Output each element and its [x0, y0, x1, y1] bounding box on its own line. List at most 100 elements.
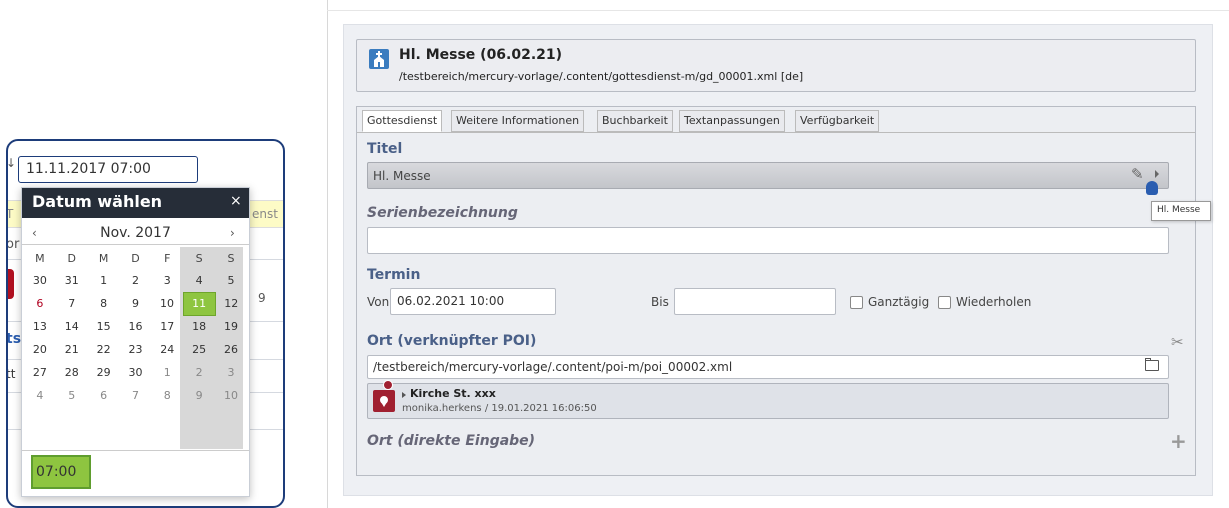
background-fragment-text: or — [6, 237, 20, 252]
calendar-day[interactable]: 30 — [120, 361, 152, 384]
close-icon[interactable]: × — [230, 193, 242, 209]
calendar-day[interactable]: 2 — [120, 269, 152, 292]
titel-field[interactable]: Hl. Messe — [367, 162, 1169, 189]
calendar-day[interactable]: 9 — [120, 292, 152, 315]
weekday-label: M — [35, 251, 45, 265]
calendar-day[interactable]: 26 — [215, 338, 247, 361]
calendar-day[interactable]: 2 — [183, 361, 215, 384]
scissors-icon[interactable]: ✂ — [1171, 333, 1184, 351]
calendar-day[interactable]: 24 — [151, 338, 183, 361]
ganztaegig-label: Ganztägig — [868, 295, 930, 309]
calendar-day[interactable]: 10 — [151, 292, 183, 315]
von-label: Von — [367, 295, 390, 309]
serienbezeichnung-input[interactable] — [367, 227, 1169, 254]
calendar-week: 30 31 1 2 3 4 5 — [24, 269, 247, 292]
calendar-day[interactable]: 21 — [56, 338, 88, 361]
wiederholen-checkbox[interactable] — [938, 296, 951, 309]
calendar-day[interactable]: 5 — [215, 269, 247, 292]
background-fragment-arrow: ↓ — [6, 156, 17, 170]
top-divider — [327, 10, 1229, 11]
poi-status-dot-icon — [383, 380, 393, 390]
calendar-day[interactable]: 3 — [215, 361, 247, 384]
ort-direkt-label: Ort (direkte Eingabe) — [367, 433, 536, 449]
calendar-day[interactable]: 20 — [24, 338, 56, 361]
calendar-grid: M D M D F S S 30 31 1 2 3 4 5 6 7 8 9 10… — [24, 247, 247, 407]
prev-month-button[interactable]: ‹ — [32, 226, 37, 240]
ganztaegig-checkbox[interactable] — [850, 296, 863, 309]
calendar-day[interactable]: 27 — [24, 361, 56, 384]
folder-icon[interactable] — [1145, 360, 1159, 371]
bis-label: Bis — [651, 295, 669, 309]
calendar-day[interactable]: 13 — [24, 315, 56, 338]
calendar-day[interactable]: 22 — [88, 338, 120, 361]
pencil-icon[interactable]: ✎ — [1131, 165, 1144, 183]
calendar-day[interactable]: 4 — [183, 269, 215, 292]
calendar-day[interactable]: 8 — [88, 292, 120, 315]
calendar-day[interactable]: 6 — [88, 384, 120, 407]
calendar-day[interactable]: 23 — [120, 338, 152, 361]
church-icon — [369, 49, 389, 69]
map-pin-icon — [8, 269, 14, 299]
calendar-day[interactable]: 7 — [120, 384, 152, 407]
calendar-day-selected[interactable]: 11 — [182, 291, 216, 316]
calendar-day[interactable]: 15 — [88, 315, 120, 338]
background-fragment-text: 9 — [258, 291, 266, 305]
calendar-day[interactable]: 17 — [151, 315, 183, 338]
tab-verfuegbarkeit[interactable]: Verfügbarkeit — [795, 110, 880, 132]
calendar-day[interactable]: 25 — [183, 338, 215, 361]
tab-textanpassungen[interactable]: Textanpassungen — [679, 110, 785, 132]
tab-weitere-informationen[interactable]: Weitere Informationen — [451, 110, 585, 132]
next-month-button[interactable]: › — [230, 226, 235, 240]
poi-marker-icon — [373, 390, 395, 412]
calendar-day[interactable]: 31 — [56, 269, 88, 292]
calendar-day[interactable]: 30 — [24, 269, 56, 292]
hand-cursor-icon — [1146, 181, 1158, 195]
calendar-day[interactable]: 1 — [151, 361, 183, 384]
panel-divider — [327, 0, 328, 508]
calendar-day[interactable]: 19 — [215, 315, 247, 338]
poi-name: Kirche St. xxx — [410, 387, 496, 400]
calendar-day[interactable]: 8 — [151, 384, 183, 407]
calendar-week: 13 14 15 16 17 18 19 — [24, 315, 247, 338]
tab-buchbarkeit[interactable]: Buchbarkeit — [597, 110, 673, 132]
tab-gottesdienst[interactable]: Gottesdienst — [362, 110, 443, 132]
calendar-day[interactable]: 1 — [88, 269, 120, 292]
calendar-day[interactable]: 10 — [215, 384, 247, 407]
calendar-day[interactable]: 7 — [56, 292, 88, 315]
month-navigation: ‹ Nov. 2017 › — [22, 223, 249, 245]
weekday-label: D — [131, 251, 140, 265]
calendar-day[interactable]: 4 — [24, 384, 56, 407]
date-picker-title: Datum wählen — [32, 192, 163, 211]
expand-caret-icon[interactable] — [402, 392, 406, 398]
resource-header: Hl. Messe (06.02.21) /testbereich/mercur… — [356, 39, 1196, 92]
weekday-label: S — [227, 251, 235, 265]
chevron-right-icon[interactable] — [1155, 170, 1159, 178]
calendar-day[interactable]: 16 — [120, 315, 152, 338]
time-button[interactable]: 07:00 — [31, 455, 91, 489]
calendar-day[interactable]: 18 — [183, 315, 215, 338]
calendar-day[interactable]: 3 — [151, 269, 183, 292]
resource-path: /testbereich/mercury-vorlage/.content/go… — [399, 70, 804, 83]
bis-date-input[interactable] — [674, 288, 836, 315]
ort-poi-path-input[interactable]: /testbereich/mercury-vorlage/.content/po… — [367, 355, 1169, 379]
background-fragment-text: ts — [6, 331, 22, 347]
calendar-day[interactable]: 29 — [88, 361, 120, 384]
serienbezeichnung-label: Serienbezeichnung — [367, 205, 518, 221]
calendar-day[interactable]: 5 — [56, 384, 88, 407]
termin-label: Termin — [367, 267, 421, 283]
von-date-input[interactable]: 06.02.2021 10:00 — [390, 288, 556, 315]
calendar-week: 20 21 22 23 24 25 26 — [24, 338, 247, 361]
linked-poi-entry[interactable]: Kirche St. xxx monika.herkens / 19.01.20… — [367, 380, 1169, 419]
calendar-week: 27 28 29 30 1 2 3 — [24, 361, 247, 384]
plus-icon[interactable]: + — [1170, 429, 1187, 453]
datetime-input[interactable]: 11.11.2017 07:00 — [18, 156, 198, 183]
calendar-day[interactable]: 6 — [24, 292, 56, 315]
calendar-day[interactable]: 28 — [56, 361, 88, 384]
weekday-label: D — [67, 251, 76, 265]
weekday-label: F — [164, 251, 171, 265]
calendar-day[interactable]: 9 — [183, 384, 215, 407]
weekday-label: S — [195, 251, 203, 265]
date-picker-header: Datum wählen × — [22, 188, 249, 218]
calendar-day[interactable]: 12 — [215, 292, 247, 315]
calendar-day[interactable]: 14 — [56, 315, 88, 338]
